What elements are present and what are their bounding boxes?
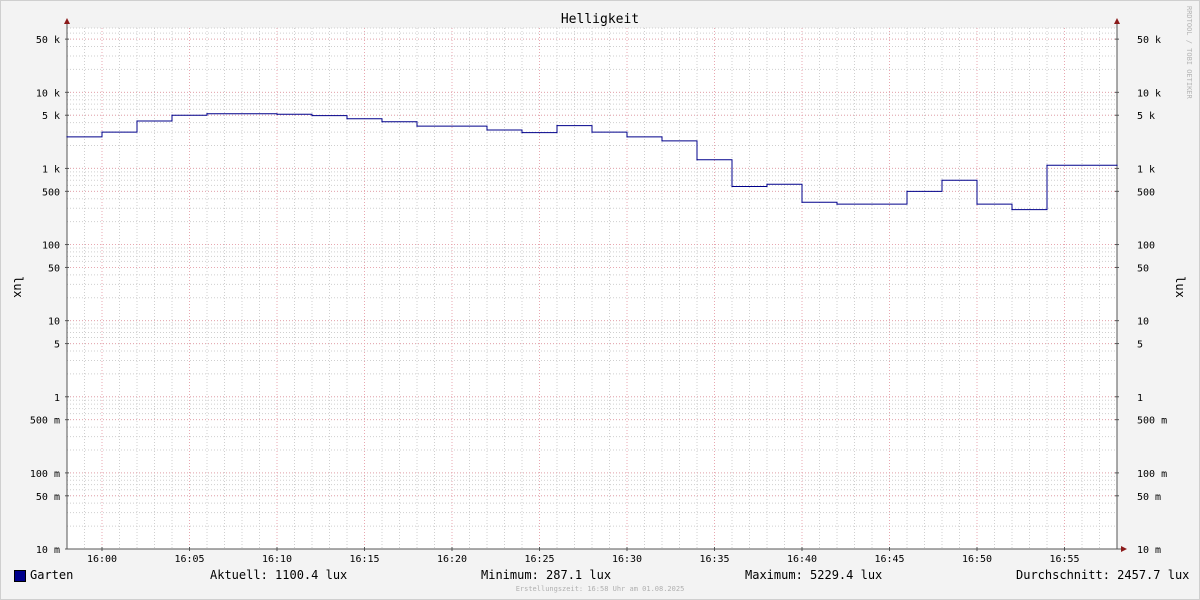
y-tick-label-left: 500 <box>42 187 60 198</box>
legend-minimum: Minimum: 287.1 lux <box>481 568 612 582</box>
chart-canvas: Helligkeit lux lux RRDTOOL / TOBI OETIKE… <box>11 6 1193 565</box>
x-tick-labels: 16:00 16:05 16:10 16:15 16:20 16:25 16:30 16:35… <box>87 554 1080 565</box>
y-tick-label-right: 50 <box>1137 263 1149 274</box>
legend-label: Garten <box>30 568 74 582</box>
data-point <box>1046 164 1048 166</box>
y-axis-arrow-left <box>64 18 70 24</box>
y-tick-label-right: 100 m <box>1137 469 1167 480</box>
y-axis-arrow-right <box>1114 18 1120 24</box>
legend-average: Durchschnitt: 2457.7 lux <box>1016 568 1190 582</box>
data-point <box>101 131 103 133</box>
y-tick-label-right: 5 k <box>1137 111 1155 122</box>
x-tick-label: 16:55 <box>1049 554 1079 565</box>
y-tick-label-left: 1 k <box>42 164 60 175</box>
y-tick-label-right: 10 <box>1137 317 1149 328</box>
data-point <box>206 113 208 115</box>
data-point <box>311 114 313 117</box>
data-point <box>766 183 768 185</box>
data-point <box>1116 164 1118 166</box>
data-point <box>136 120 138 122</box>
y-tick-label-right: 500 <box>1137 187 1155 198</box>
legend-current: Aktuell: 1100.4 lux <box>210 568 348 582</box>
data-point <box>416 125 418 127</box>
y-tick-label-left: 50 <box>48 263 60 274</box>
y-tick-label-right: 500 m <box>1137 416 1167 427</box>
y-tick-label-left: 500 m <box>30 416 60 427</box>
y-tick-label-right: 10 m <box>1137 545 1161 556</box>
data-point <box>661 140 663 142</box>
data-point <box>626 136 628 138</box>
y-tick-label-right: 5 <box>1137 340 1143 351</box>
data-point <box>521 132 523 134</box>
data-point <box>486 129 488 131</box>
data-point <box>171 114 173 116</box>
data-point <box>591 131 593 133</box>
y-tick-label-right: 1 <box>1137 393 1143 404</box>
y-tick-label-left: 100 <box>42 241 60 252</box>
y-tick-label-left: 10 <box>48 317 60 328</box>
data-point <box>836 203 838 205</box>
y-axis-label-left: lux <box>11 276 25 298</box>
chart-title: Helligkeit <box>561 12 639 27</box>
y-tick-labels-right: 50 k 10 k 5 k 1 k 500 100 50 10 5 1 500 m 100 m 50 m… <box>1137 35 1167 556</box>
data-point <box>66 136 68 138</box>
x-tick-label: 16:50 <box>962 554 992 565</box>
y-tick-label-right: 50 k <box>1137 35 1161 46</box>
data-point <box>976 203 978 205</box>
y-tick-label-left: 50 k <box>36 35 60 46</box>
data-point <box>276 113 278 115</box>
y-axis-label-right: lux <box>1173 276 1187 298</box>
y-tick-label-right: 1 k <box>1137 164 1155 175</box>
y-tick-label-left: 50 m <box>36 492 60 503</box>
legend-maximum: Maximum: 5229.4 lux <box>745 568 883 582</box>
y-tick-label-left: 100 m <box>30 469 60 480</box>
rrdtool-credit: RRDTOOL / TOBI OETIKER <box>1185 6 1193 100</box>
y-tick-labels-left: 50 k 10 k 5 k 1 k 500 100 50 10 5 1 500 m 100 m 50 m… <box>30 35 60 556</box>
x-tick-label: 16:35 <box>699 554 729 565</box>
x-tick-label: 16:30 <box>612 554 642 565</box>
data-point <box>556 125 558 127</box>
x-tick-label: 16:15 <box>349 554 379 565</box>
y-tick-label-left: 5 k <box>42 111 60 122</box>
data-point <box>381 121 383 123</box>
y-tick-label-right: 50 m <box>1137 492 1161 503</box>
x-axis-arrow <box>1121 546 1127 552</box>
x-tick-label: 16:05 <box>174 554 204 565</box>
data-point <box>731 185 733 188</box>
y-tick-label-left: 1 <box>54 393 60 404</box>
data-point <box>941 179 943 181</box>
y-tick-label-left: 5 <box>54 340 60 351</box>
x-tick-label: 16:20 <box>437 554 467 565</box>
y-tick-label-left: 10 k <box>36 88 60 99</box>
y-tick-label-right: 10 k <box>1137 88 1161 99</box>
x-tick-label: 16:40 <box>787 554 817 565</box>
data-point <box>346 118 348 120</box>
creation-time-note: Erstellungszeit: 16:58 Uhr am 01.08.2025 <box>515 585 685 593</box>
data-point <box>801 201 803 203</box>
data-point <box>1011 209 1013 211</box>
y-tick-label-right: 100 <box>1137 241 1155 252</box>
legend-row: Garten Aktuell: 1100.4 lux Minimum: 287.… <box>0 568 1200 584</box>
data-point <box>906 190 908 192</box>
x-tick-label: 16:25 <box>524 554 554 565</box>
y-tick-label-left: 10 m <box>36 545 60 556</box>
data-point <box>696 159 698 161</box>
x-tick-label: 16:00 <box>87 554 117 565</box>
x-tick-label: 16:45 <box>874 554 904 565</box>
x-tick-label: 16:10 <box>262 554 292 565</box>
